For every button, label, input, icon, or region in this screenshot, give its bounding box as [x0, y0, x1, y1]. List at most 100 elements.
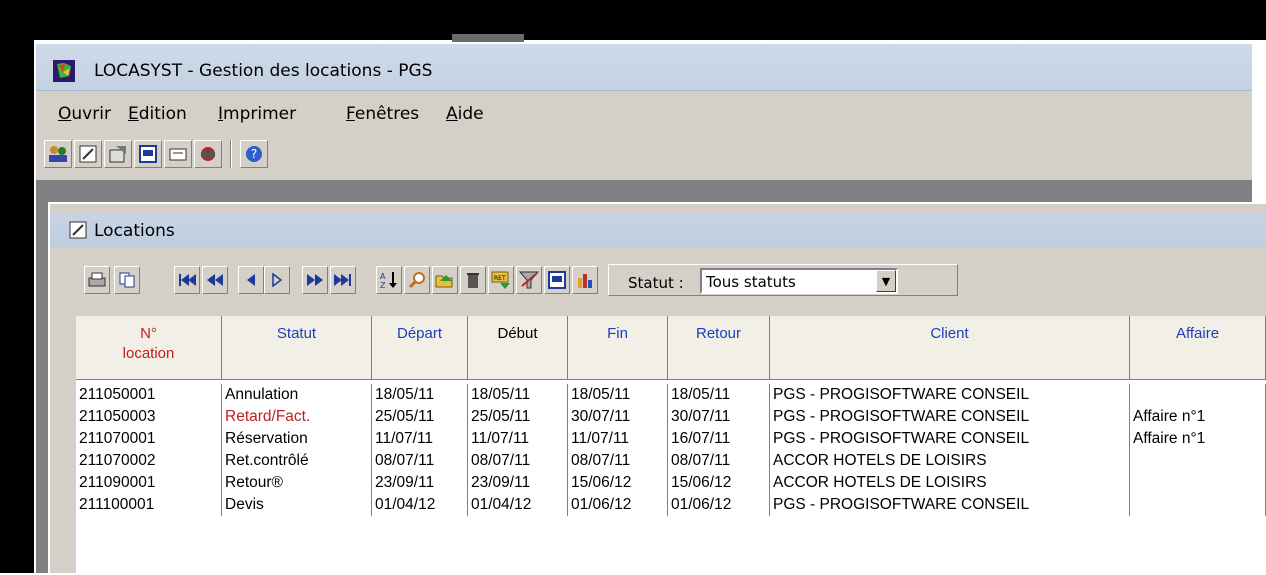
sort-button[interactable]: AZ [376, 266, 402, 294]
cell-fin[interactable]: 01/06/12 [568, 494, 668, 516]
locations-grid: N° location Statut Départ Début Fin Reto… [76, 316, 1266, 575]
filter-button[interactable] [516, 266, 542, 294]
cell-depart[interactable]: 18/05/11 [372, 384, 468, 406]
column-header-debut[interactable]: Début [468, 316, 568, 380]
cell-affaire[interactable] [1130, 384, 1266, 406]
cell-client[interactable]: PGS - PROGISOFTWARE CONSEIL [770, 384, 1130, 406]
cell-statut[interactable]: Retour® [222, 472, 372, 494]
cell-depart[interactable]: 25/05/11 [372, 406, 468, 428]
app-titlebar[interactable]: LOCASYST - Gestion des locations - PGS [36, 44, 1252, 91]
cell-depart[interactable]: 11/07/11 [372, 428, 468, 450]
copy-button[interactable] [114, 266, 140, 294]
cell-fin[interactable]: 18/05/11 [568, 384, 668, 406]
desktop-background-left [0, 0, 34, 573]
table-row[interactable]: 211050001 Annulation 18/05/11 18/05/11 18/05… [76, 384, 1266, 406]
next-page-button[interactable] [302, 266, 328, 294]
table-row[interactable]: 211050003 Retard/Fact. 25/05/11 25/05/11 30/… [76, 406, 1266, 428]
help-button[interactable]: ? [240, 140, 268, 168]
column-header-num[interactable]: N° location [76, 316, 222, 380]
gestion-button[interactable] [194, 140, 222, 168]
menu-imprimer[interactable]: Imprimer [218, 104, 296, 124]
cell-client[interactable]: ACCOR HOTELS DE LOISIRS [770, 472, 1130, 494]
retour-button[interactable]: RET [488, 266, 514, 294]
cell-statut[interactable]: Réservation [222, 428, 372, 450]
cell-affaire[interactable]: Affaire n°1 [1130, 406, 1266, 428]
next-record-button[interactable] [264, 266, 290, 294]
cell-statut[interactable]: Devis [222, 494, 372, 516]
svg-text:A: A [380, 272, 386, 281]
column-header-fin[interactable]: Fin [568, 316, 668, 380]
column-header-depart[interactable]: Départ [372, 316, 468, 380]
cell-num[interactable]: 211070002 [76, 450, 222, 472]
locations-titlebar[interactable]: Locations [50, 214, 1266, 248]
stats-button[interactable] [572, 266, 598, 294]
cell-fin[interactable]: 08/07/11 [568, 450, 668, 472]
column-header-statut[interactable]: Statut [222, 316, 372, 380]
chevron-down-icon[interactable]: ▼ [876, 270, 896, 292]
open-button[interactable] [432, 266, 458, 294]
cell-fin[interactable]: 30/07/11 [568, 406, 668, 428]
cell-statut[interactable]: Annulation [222, 384, 372, 406]
column-header-client[interactable]: Client [770, 316, 1130, 380]
tarifs-button[interactable] [164, 140, 192, 168]
cell-depart[interactable]: 08/07/11 [372, 450, 468, 472]
last-record-button[interactable] [330, 266, 356, 294]
cell-num[interactable]: 211070001 [76, 428, 222, 450]
cell-affaire[interactable]: Affaire n°1 [1130, 428, 1266, 450]
cell-depart[interactable]: 23/09/11 [372, 472, 468, 494]
cell-affaire[interactable] [1130, 472, 1266, 494]
cell-debut[interactable]: 01/04/12 [468, 494, 568, 516]
planning-button[interactable] [134, 140, 162, 168]
cell-retour[interactable]: 01/06/12 [668, 494, 770, 516]
cell-debut[interactable]: 25/05/11 [468, 406, 568, 428]
cell-retour[interactable]: 30/07/11 [668, 406, 770, 428]
table-row[interactable]: 211090001 Retour® 23/09/11 23/09/11 15/06/12… [76, 472, 1266, 494]
search-button[interactable] [404, 266, 430, 294]
cell-depart[interactable]: 01/04/12 [372, 494, 468, 516]
cell-debut[interactable]: 18/05/11 [468, 384, 568, 406]
cell-affaire[interactable] [1130, 494, 1266, 516]
cell-num[interactable]: 211050003 [76, 406, 222, 428]
status-select[interactable]: Tous statuts ▼ [700, 268, 898, 294]
cell-num[interactable]: 211050001 [76, 384, 222, 406]
cell-retour[interactable]: 18/05/11 [668, 384, 770, 406]
materiel-button[interactable] [104, 140, 132, 168]
cell-client[interactable]: PGS - PROGISOFTWARE CONSEIL [770, 494, 1130, 516]
cell-client[interactable]: PGS - PROGISOFTWARE CONSEIL [770, 428, 1130, 450]
prev-record-button[interactable] [238, 266, 264, 294]
clients-button[interactable] [44, 140, 72, 168]
cell-num[interactable]: 211090001 [76, 472, 222, 494]
menu-ouvrir[interactable]: Ouvrir [58, 104, 111, 124]
cell-client[interactable]: ACCOR HOTELS DE LOISIRS [770, 450, 1130, 472]
table-row[interactable]: 211100001 Devis 01/04/12 01/04/12 01/06/12 01… [76, 494, 1266, 516]
cell-client[interactable]: PGS - PROGISOFTWARE CONSEIL [770, 406, 1130, 428]
tarifs-icon [169, 148, 187, 161]
calendar-button[interactable] [544, 266, 570, 294]
column-header-affaire[interactable]: Affaire [1130, 316, 1266, 380]
delete-button[interactable] [460, 266, 486, 294]
cell-fin[interactable]: 15/06/12 [568, 472, 668, 494]
cell-debut[interactable]: 11/07/11 [468, 428, 568, 450]
cell-retour[interactable]: 08/07/11 [668, 450, 770, 472]
column-header-retour[interactable]: Retour [668, 316, 770, 380]
table-row[interactable]: 211070002 Ret.contrôlé 08/07/11 08/07/11 08/… [76, 450, 1266, 472]
cell-num[interactable]: 211100001 [76, 494, 222, 516]
table-row[interactable]: 211070001 Réservation 11/07/11 11/07/11 11/0… [76, 428, 1266, 450]
menu-fenetres[interactable]: Fenêtres [346, 104, 419, 124]
cell-debut[interactable]: 08/07/11 [468, 450, 568, 472]
prev-page-button[interactable] [202, 266, 228, 294]
status-value: Tous statuts [706, 273, 796, 291]
menu-edition[interactable]: Edition [128, 104, 187, 124]
locations-button[interactable] [74, 140, 102, 168]
cell-fin[interactable]: 11/07/11 [568, 428, 668, 450]
print-button[interactable] [84, 266, 110, 294]
cell-affaire[interactable] [1130, 450, 1266, 472]
cell-retour[interactable]: 15/06/12 [668, 472, 770, 494]
next-icon [272, 272, 283, 288]
cell-statut[interactable]: Retard/Fact. [222, 406, 372, 428]
menu-aide[interactable]: Aide [446, 104, 484, 124]
cell-statut[interactable]: Ret.contrôlé [222, 450, 372, 472]
cell-debut[interactable]: 23/09/11 [468, 472, 568, 494]
first-record-button[interactable] [174, 266, 200, 294]
cell-retour[interactable]: 16/07/11 [668, 428, 770, 450]
